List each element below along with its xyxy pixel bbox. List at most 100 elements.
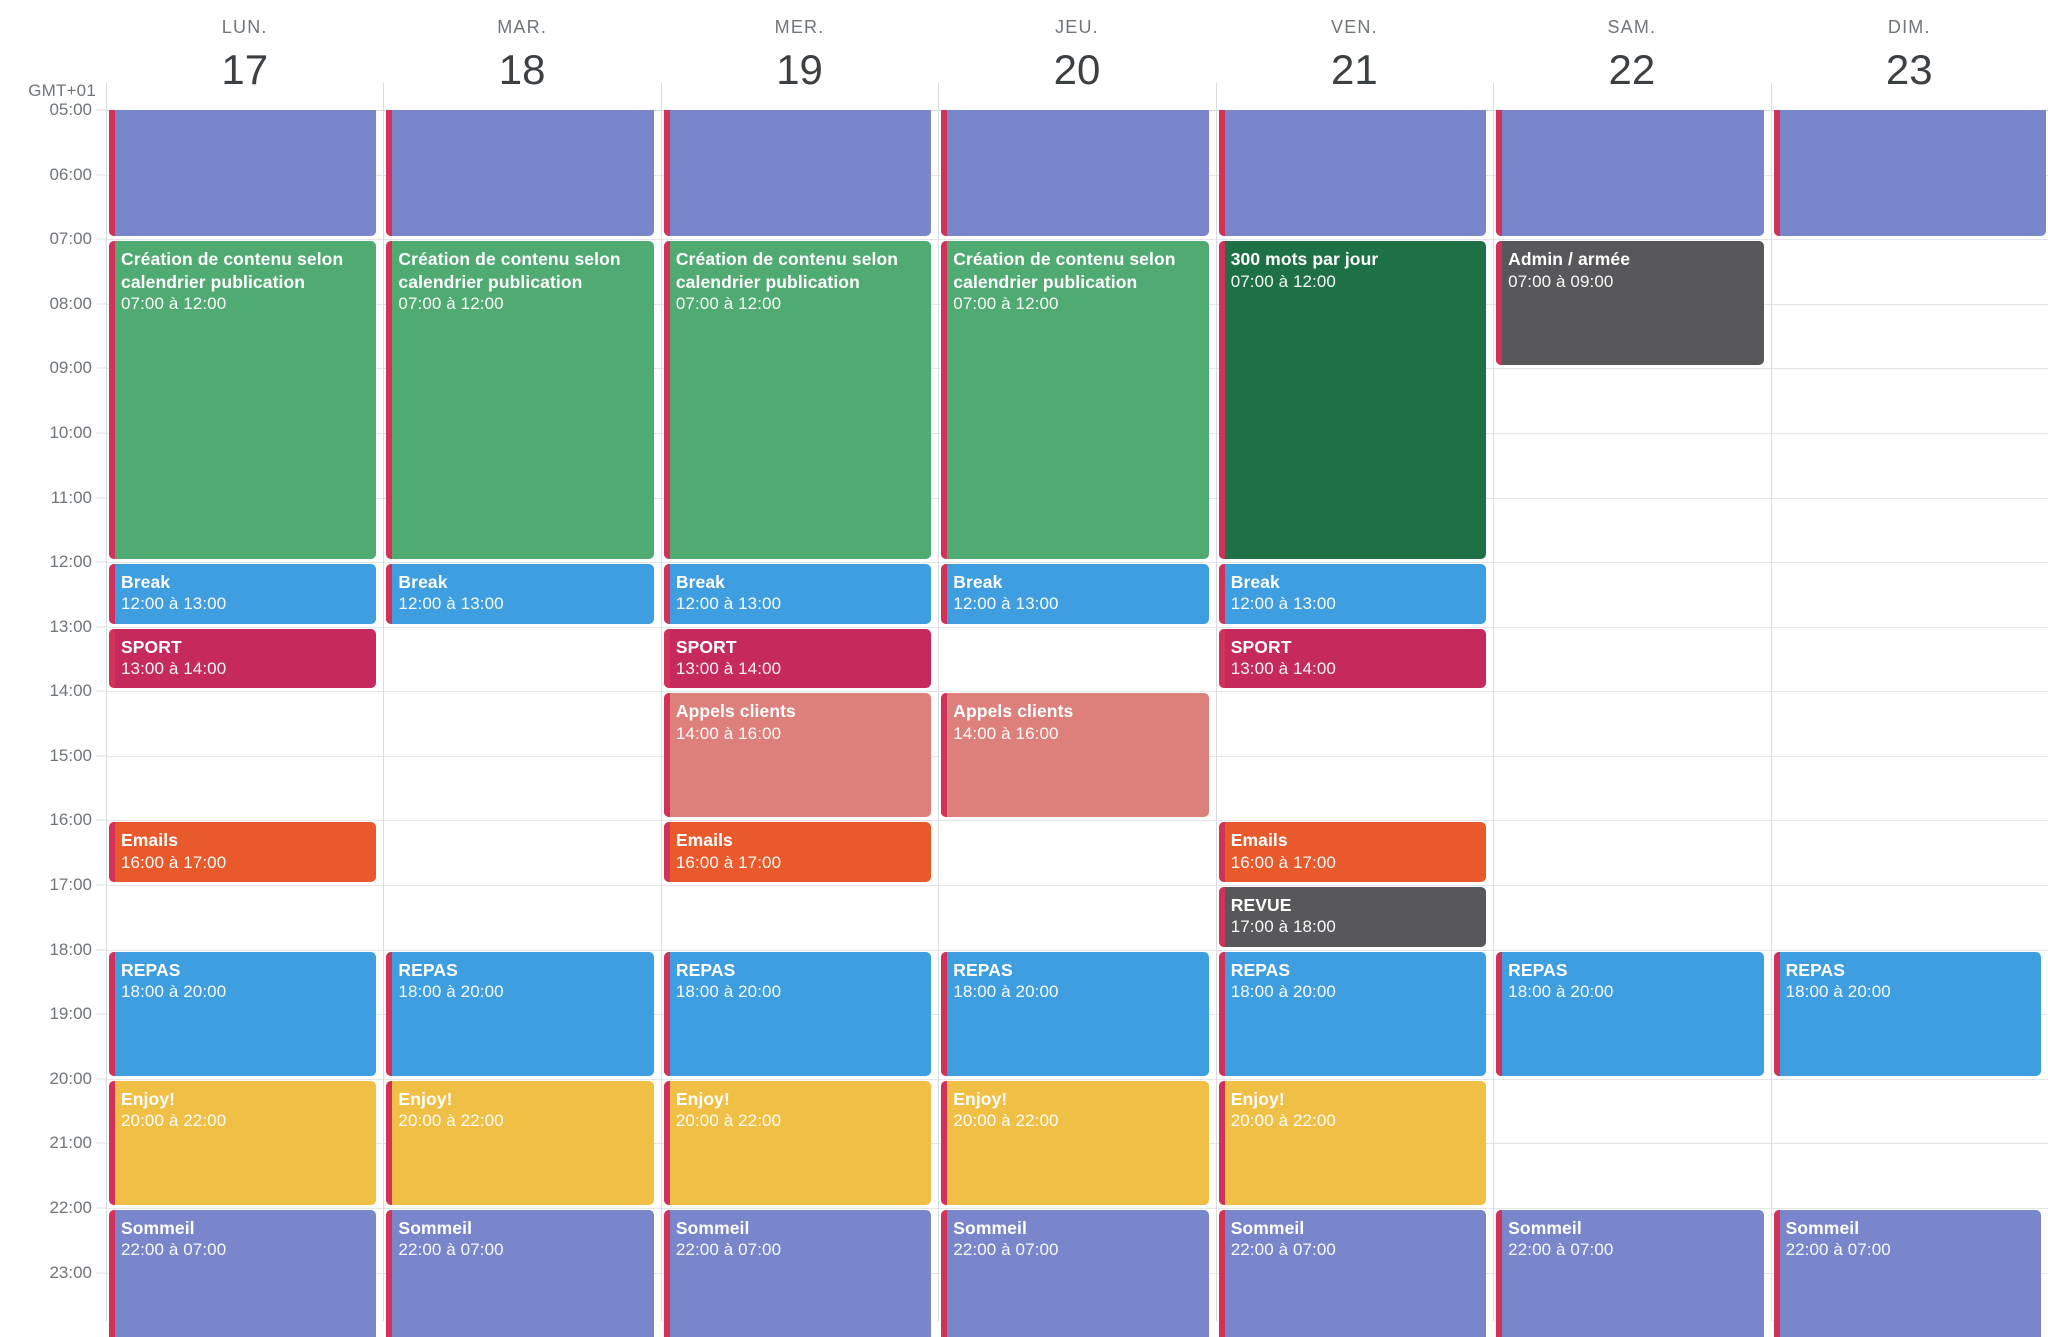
calendar-event[interactable]	[941, 110, 1209, 237]
event-time: 07:00 à 12:00	[398, 293, 504, 313]
calendar-event[interactable]: Enjoy! 20:00 à 22:00	[941, 1080, 1209, 1205]
calendar-event[interactable]: REPAS 18:00 à 20:00	[663, 951, 932, 1076]
calendar-event[interactable]: Enjoy! 20:00 à 22:00	[109, 1080, 377, 1205]
day-header-jeu[interactable]: JEU. 20	[938, 0, 1215, 110]
event-title: REPAS	[398, 959, 458, 980]
hour-tick	[96, 1272, 106, 1274]
hour-label: 19:00	[49, 1004, 92, 1024]
calendar-event[interactable]	[109, 110, 377, 237]
calendar-event[interactable]: REVUE 17:00 à 18:00	[1218, 887, 1487, 947]
calendar-event[interactable]: REPAS 18:00 à 20:00	[386, 951, 654, 1076]
calendar-event[interactable]: Enjoy! 20:00 à 22:00	[663, 1080, 932, 1205]
event-accent-bar	[1218, 1080, 1225, 1205]
calendar-event[interactable]: Création de contenu selon calendrier pub…	[386, 241, 654, 560]
event-title: Break	[398, 572, 448, 593]
event-accent-bar	[941, 1080, 948, 1205]
day-header-sam[interactable]: SAM. 22	[1493, 0, 1770, 110]
calendar-event[interactable]: Enjoy! 20:00 à 22:00	[386, 1080, 654, 1205]
calendar-event[interactable]: Break 12:00 à 13:00	[386, 564, 654, 624]
day-header-date[interactable]: 22	[1493, 46, 1770, 94]
day-header-weekday: SAM.	[1607, 17, 1657, 37]
calendar-event[interactable]: REPAS 18:00 à 20:00	[1496, 951, 1764, 1076]
calendar-event[interactable]: SPORT 13:00 à 14:00	[109, 628, 377, 689]
column-divider	[1493, 110, 1495, 1321]
calendar-event[interactable]: Sommeil 22:00 à 07:00	[109, 1209, 377, 1337]
hour-label: 20:00	[49, 1068, 92, 1088]
calendar-event[interactable]: Sommeil 22:00 à 07:00	[941, 1209, 1209, 1337]
day-header-ven[interactable]: VEN. 21	[1216, 0, 1493, 110]
event-time: 18:00 à 20:00	[398, 982, 504, 1002]
day-header-lun[interactable]: LUN. 17	[106, 0, 383, 110]
calendar-event[interactable]: REPAS 18:00 à 20:00	[941, 951, 1209, 1076]
day-header-date[interactable]: 17	[106, 46, 383, 94]
event-accent-bar	[941, 564, 948, 624]
column-divider	[106, 110, 107, 1321]
hour-tick	[96, 238, 106, 240]
calendar-event[interactable]: Création de contenu selon calendrier pub…	[941, 241, 1209, 560]
calendar-event[interactable]: REPAS 18:00 à 20:00	[109, 951, 377, 1076]
hour-tick	[96, 497, 106, 499]
event-title: REPAS	[121, 959, 181, 980]
calendar-event[interactable]: Sommeil 22:00 à 07:00	[386, 1209, 654, 1337]
event-accent-bar	[663, 628, 670, 689]
calendar-event[interactable]	[1496, 110, 1764, 237]
event-time: 07:00 à 12:00	[675, 293, 782, 313]
event-time: 22:00 à 07:00	[398, 1240, 504, 1260]
calendar-event[interactable]: REPAS 18:00 à 20:00	[1218, 951, 1487, 1076]
calendar-event[interactable]: Sommeil 22:00 à 07:00	[1773, 1209, 2041, 1337]
event-title: Enjoy!	[398, 1088, 453, 1109]
calendar-event[interactable]: 300 mots par jour 07:00 à 12:00	[1218, 241, 1487, 560]
day-header-date[interactable]: 21	[1216, 46, 1493, 94]
calendar-event[interactable]: Emails 16:00 à 17:00	[663, 822, 932, 883]
calendar-event[interactable]	[386, 110, 654, 237]
event-time: 16:00 à 17:00	[121, 852, 227, 872]
day-header-weekday: MAR.	[497, 17, 548, 37]
calendar-event[interactable]: Appels clients 14:00 à 16:00	[663, 693, 932, 818]
event-title: REPAS	[675, 959, 736, 980]
event-accent-bar	[386, 110, 393, 237]
event-time: 18:00 à 20:00	[1508, 982, 1614, 1002]
day-header-date[interactable]: 20	[938, 46, 1215, 94]
calendar-event[interactable]: Sommeil 22:00 à 07:00	[1218, 1209, 1487, 1337]
event-time: 07:00 à 12:00	[1230, 271, 1336, 291]
day-header-mar[interactable]: MAR. 18	[383, 0, 660, 110]
event-time: 17:00 à 18:00	[1230, 917, 1336, 937]
hour-label: 08:00	[49, 293, 92, 313]
event-title: REPAS	[1785, 959, 1846, 980]
event-title: Sommeil	[121, 1217, 195, 1238]
calendar-event[interactable]: Break 12:00 à 13:00	[1218, 564, 1487, 624]
calendar-event[interactable]: Break 12:00 à 13:00	[663, 564, 932, 624]
calendar-event[interactable]	[1218, 110, 1487, 237]
hour-label: 15:00	[49, 745, 92, 765]
calendar-event[interactable]: Sommeil 22:00 à 07:00	[663, 1209, 932, 1337]
calendar-event[interactable]	[663, 110, 932, 237]
day-header-dim[interactable]: DIM. 23	[1771, 0, 2048, 110]
calendar-event[interactable]: Création de contenu selon calendrier pub…	[109, 241, 377, 560]
day-header-date[interactable]: 18	[383, 46, 660, 94]
hour-gridline	[106, 885, 2048, 887]
calendar-event[interactable]: Emails 16:00 à 17:00	[109, 822, 377, 883]
calendar-event[interactable]: Admin / armée 07:00 à 09:00	[1496, 241, 1764, 366]
calendar-grid: 05:00 06:00 07:00 08:00 09:00 10:00 11:00 12:00…	[0, 100, 2048, 1337]
calendar-event[interactable]	[1773, 110, 2046, 237]
day-header-date[interactable]: 23	[1771, 46, 2048, 94]
hour-tick	[96, 1207, 106, 1209]
event-title: Emails	[675, 830, 733, 851]
calendar-event[interactable]: Emails 16:00 à 17:00	[1218, 822, 1487, 883]
day-header-date[interactable]: 19	[661, 46, 938, 94]
calendar-event[interactable]: SPORT 13:00 à 14:00	[663, 628, 932, 689]
calendar-event[interactable]: Création de contenu selon calendrier pub…	[663, 241, 932, 560]
calendar-event[interactable]: Sommeil 22:00 à 07:00	[1496, 1209, 1764, 1337]
calendar-event[interactable]: REPAS 18:00 à 20:00	[1773, 951, 2041, 1076]
calendar-event[interactable]: SPORT 13:00 à 14:00	[1218, 628, 1487, 689]
event-accent-bar	[1218, 110, 1225, 237]
event-accent-bar	[109, 628, 115, 689]
event-title: REVUE	[1230, 895, 1292, 916]
hour-tick	[96, 949, 106, 951]
calendar-event[interactable]: Enjoy! 20:00 à 22:00	[1218, 1080, 1487, 1205]
hour-gridline	[106, 1078, 2048, 1080]
calendar-event[interactable]: Appels clients 14:00 à 16:00	[941, 693, 1209, 818]
calendar-event[interactable]: Break 12:00 à 13:00	[109, 564, 377, 624]
calendar-event[interactable]: Break 12:00 à 13:00	[941, 564, 1209, 624]
day-header-mer[interactable]: MER. 19	[661, 0, 938, 110]
